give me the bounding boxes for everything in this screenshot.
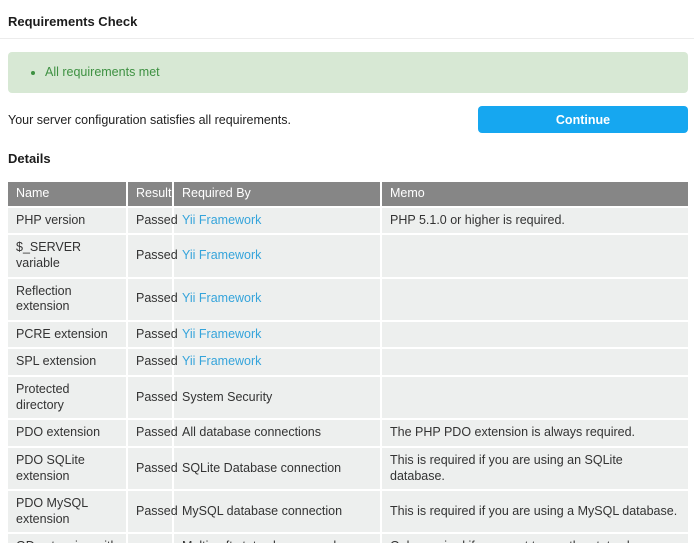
table-row: PDO extension Passed All database connec…	[8, 420, 688, 446]
memo: The PHP PDO extension is always required…	[382, 420, 688, 446]
alert-item: All requirements met	[45, 65, 673, 80]
required-by-link[interactable]: Yii Framework	[182, 291, 261, 305]
requirement-name: PHP version	[8, 208, 126, 234]
table-row: PDO MySQL extension Passed MySQL databas…	[8, 491, 688, 532]
table-row: PDO SQLite extension Passed SQLite Datab…	[8, 448, 688, 489]
success-alert: All requirements met	[8, 52, 688, 93]
memo: This is required if you are using an SQL…	[382, 448, 688, 489]
summary-row: Your server configuration satisfies all …	[8, 106, 688, 133]
table-header-row: Name Result Required By Memo	[8, 182, 688, 206]
requirement-name: PCRE extension	[8, 322, 126, 348]
memo: Only required if you want to use the sta…	[382, 534, 688, 543]
requirement-name: Protected directory	[8, 377, 126, 418]
column-header-required-by: Required By	[174, 182, 380, 206]
divider	[0, 38, 694, 39]
memo: This is required if you are using a MySQ…	[382, 491, 688, 532]
required-by-link[interactable]: Yii Framework	[182, 354, 261, 368]
memo	[382, 322, 688, 348]
table-row: PHP version Passed Yii Framework PHP 5.1…	[8, 208, 688, 234]
memo	[382, 349, 688, 375]
required-by-link[interactable]: Yii Framework	[182, 213, 261, 227]
requirement-name: SPL extension	[8, 349, 126, 375]
table-row: SPL extension Passed Yii Framework	[8, 349, 688, 375]
summary-text: Your server configuration satisfies all …	[8, 113, 291, 127]
requirement-name: Reflection extension	[8, 279, 126, 320]
table-row: $_SERVER variable Passed Yii Framework	[8, 235, 688, 276]
table-row: Reflection extension Passed Yii Framewor…	[8, 279, 688, 320]
required-by: Yii Framework	[174, 349, 380, 375]
requirement-name: GD extension with FreeType support	[8, 534, 126, 543]
table-row: PCRE extension Passed Yii Framework	[8, 322, 688, 348]
required-by: SQLite Database connection	[174, 448, 380, 489]
result-badge: Passed	[128, 448, 172, 489]
result-badge: Passed	[128, 322, 172, 348]
requirement-name: PDO SQLite extension	[8, 448, 126, 489]
required-by-link[interactable]: Yii Framework	[182, 248, 261, 262]
requirements-table-body: PHP version Passed Yii Framework PHP 5.1…	[8, 208, 688, 543]
requirements-table: Name Result Required By Memo PHP version…	[6, 180, 690, 543]
continue-button[interactable]: Continue	[478, 106, 688, 133]
result-badge: Passed	[128, 208, 172, 234]
column-header-name: Name	[8, 182, 126, 206]
table-row: GD extension with FreeType support Passe…	[8, 534, 688, 543]
required-by-link[interactable]: Yii Framework	[182, 327, 261, 341]
details-heading: Details	[8, 151, 686, 166]
required-by: Yii Framework	[174, 235, 380, 276]
result-badge: Passed	[128, 377, 172, 418]
memo: PHP 5.1.0 or higher is required.	[382, 208, 688, 234]
result-badge: Passed	[128, 420, 172, 446]
memo	[382, 377, 688, 418]
result-badge: Passed	[128, 534, 172, 543]
alert-list: All requirements met	[23, 65, 673, 80]
column-header-memo: Memo	[382, 182, 688, 206]
required-by: Yii Framework	[174, 208, 380, 234]
result-badge: Passed	[128, 349, 172, 375]
result-badge: Passed	[128, 491, 172, 532]
memo	[382, 279, 688, 320]
result-badge: Passed	[128, 279, 172, 320]
required-by: Yii Framework	[174, 279, 380, 320]
required-by: All database connections	[174, 420, 380, 446]
result-badge: Passed	[128, 235, 172, 276]
required-by: MySQL database connection	[174, 491, 380, 532]
requirement-name: PDO MySQL extension	[8, 491, 126, 532]
table-row: Protected directory Passed System Securi…	[8, 377, 688, 418]
memo	[382, 235, 688, 276]
required-by: Multicraft status banner and registratio…	[174, 534, 380, 543]
required-by: Yii Framework	[174, 322, 380, 348]
requirement-name: PDO extension	[8, 420, 126, 446]
column-header-result: Result	[128, 182, 172, 206]
required-by: System Security	[174, 377, 380, 418]
page-title: Requirements Check	[8, 14, 686, 29]
requirement-name: $_SERVER variable	[8, 235, 126, 276]
